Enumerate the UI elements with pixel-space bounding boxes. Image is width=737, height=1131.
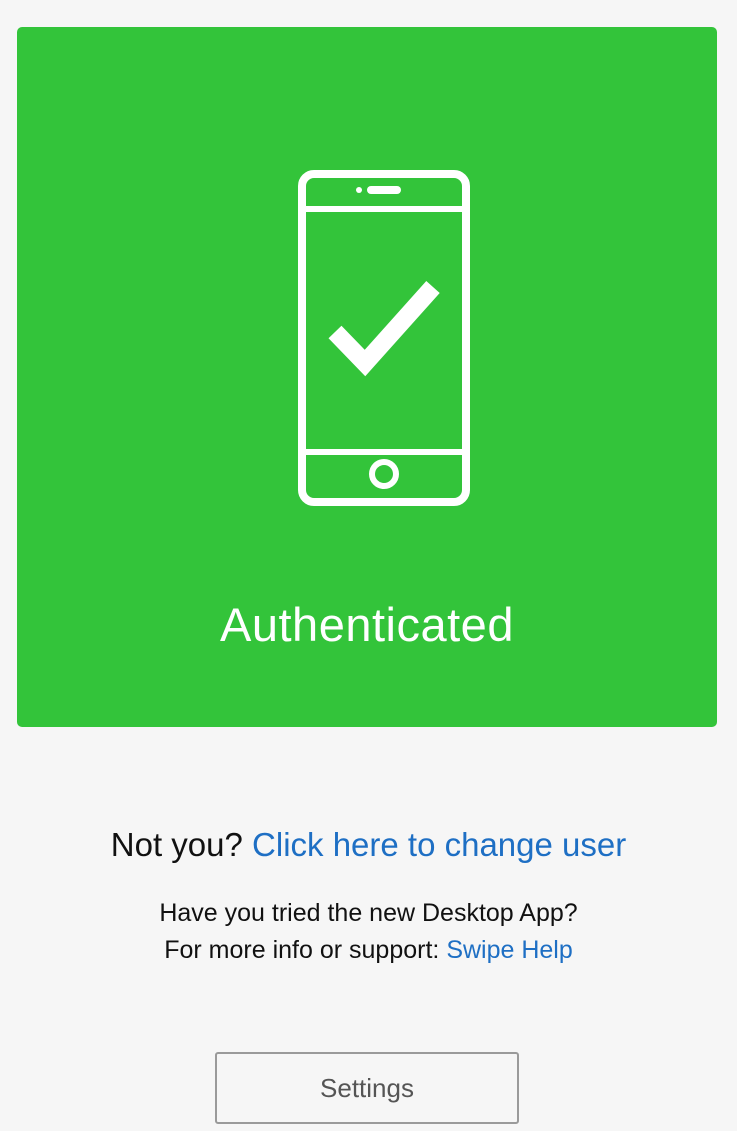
not-you-label: Not you? [110,826,243,863]
support-line: For more info or support: Swipe Help [0,936,737,965]
change-user-line: Not you? Click here to change user [0,826,737,864]
auth-status-label: Authenticated [220,598,514,651]
desktop-app-text: Have you tried the new Desktop App? [159,899,578,927]
auth-status-card: Authenticated [17,27,717,727]
swipe-help-link[interactable]: Swipe Help [446,936,572,964]
phone-checkmark-icon [298,170,470,506]
support-label: For more info or support: [164,936,440,964]
settings-button[interactable]: Settings [215,1052,519,1124]
change-user-link[interactable]: Click here to change user [252,826,626,863]
